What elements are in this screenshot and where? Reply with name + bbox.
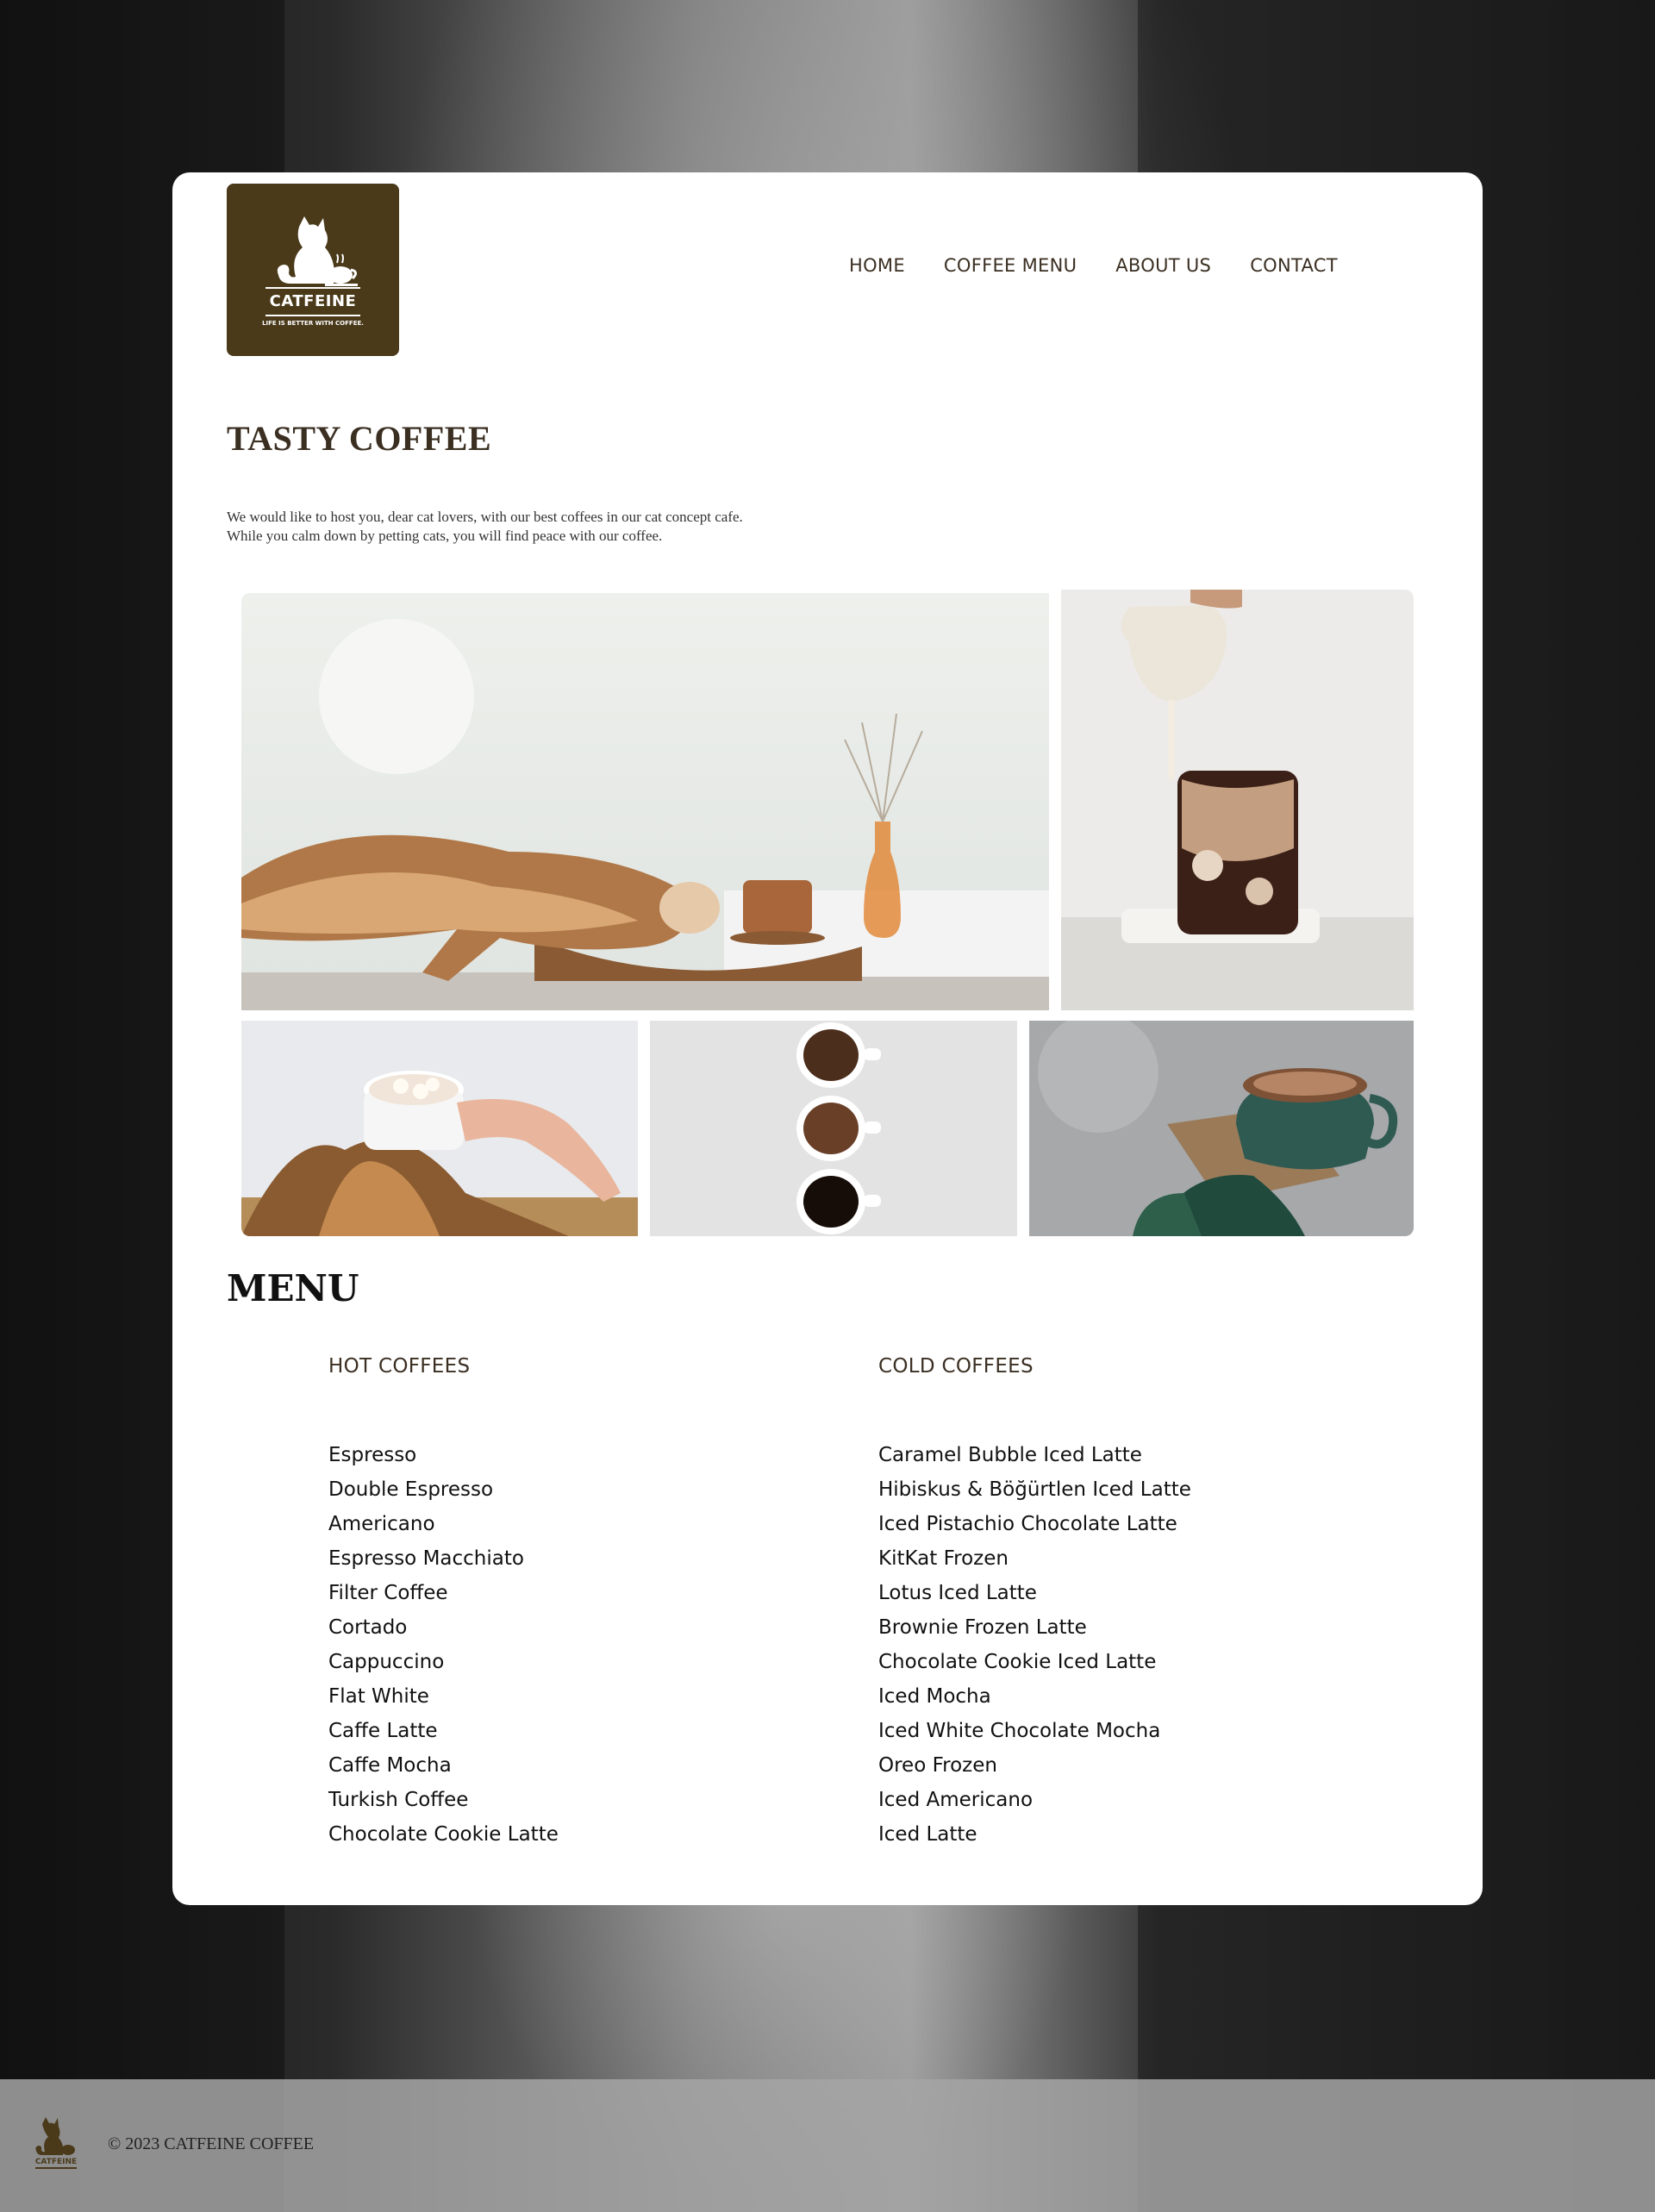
- hot-coffees-column: HOT COFFEES Espresso Double Espresso Ame…: [328, 1355, 559, 1852]
- list-item: Iced Mocha: [878, 1685, 991, 1708]
- cold-coffees-list: Caramel Bubble Iced Latte Hibiskus & Böğ…: [878, 1438, 1191, 1852]
- svg-text:CATFEINE: CATFEINE: [35, 2158, 77, 2166]
- nav-home[interactable]: HOME: [849, 255, 905, 276]
- list-item: Cortado: [328, 1616, 408, 1639]
- hot-coffees-heading: HOT COFFEES: [328, 1355, 471, 1378]
- list-item: Americano: [328, 1513, 435, 1535]
- list-item: Flat White: [328, 1685, 429, 1708]
- list-item: Espresso: [328, 1444, 417, 1466]
- menu-title: MENU: [227, 1267, 359, 1309]
- list-item: Oreo Frozen: [878, 1754, 997, 1777]
- nav-about-us[interactable]: ABOUT US: [1115, 255, 1211, 276]
- list-item: Chocolate Cookie Latte: [328, 1823, 559, 1846]
- intro-line: While you calm down by petting cats, you…: [227, 528, 663, 544]
- logo-tagline: LIFE IS BETTER WITH COFFEE.: [262, 320, 364, 327]
- list-item: Iced White Chocolate Mocha: [878, 1720, 1161, 1742]
- logo-divider: [265, 287, 360, 289]
- list-item: Caramel Bubble Iced Latte: [878, 1444, 1142, 1466]
- list-item: Chocolate Cookie Iced Latte: [878, 1651, 1157, 1673]
- list-item: Iced Pistachio Chocolate Latte: [878, 1513, 1177, 1535]
- footer-copyright: © 2023 CATFEINE COFFEE: [108, 2134, 315, 2153]
- list-item: Espresso Macchiato: [328, 1547, 524, 1570]
- list-item: Hibiskus & Böğürtlen Iced Latte: [878, 1478, 1191, 1501]
- site-footer: CATFEINE © 2023 CATFEINE COFFEE: [0, 2079, 1655, 2212]
- list-item: Caffe Mocha: [328, 1754, 452, 1777]
- logo-name: CATFEINE: [269, 292, 357, 310]
- list-item: Cappuccino: [328, 1651, 445, 1673]
- photo-marshmallow-cocoa: [241, 1021, 638, 1236]
- brand-logo[interactable]: CATFEINE LIFE IS BETTER WITH COFFEE.: [227, 184, 399, 356]
- list-item: KitKat Frozen: [878, 1547, 1009, 1570]
- list-item: Lotus Iced Latte: [878, 1582, 1037, 1604]
- logo-divider: [265, 315, 360, 316]
- cold-coffees-column: COLD COFFEES Caramel Bubble Iced Latte H…: [878, 1355, 1191, 1852]
- list-item: Filter Coffee: [328, 1582, 448, 1604]
- list-item: Turkish Coffee: [328, 1789, 469, 1811]
- hot-coffees-list: Espresso Double Espresso Americano Espre…: [328, 1438, 559, 1852]
- nav-coffee-menu[interactable]: COFFEE MENU: [944, 255, 1077, 276]
- list-item: Iced Americano: [878, 1789, 1034, 1811]
- photo-cat-with-coffee: [241, 593, 1049, 1010]
- main-nav: HOME COFFEE MENU ABOUT US CONTACT: [849, 255, 1338, 276]
- intro-line: We would like to host you, dear cat love…: [227, 509, 743, 525]
- photo-green-mug-coffee: [1029, 1021, 1414, 1236]
- content-card: CATFEINE LIFE IS BETTER WITH COFFEE. HOM…: [172, 172, 1483, 1905]
- intro-text: We would like to host you, dear cat love…: [227, 508, 743, 546]
- footer-logo-icon[interactable]: CATFEINE: [30, 2115, 82, 2172]
- nav-contact[interactable]: CONTACT: [1250, 255, 1338, 276]
- cat-coffee-icon: [277, 216, 358, 286]
- page-title: TASTY COFFEE: [227, 419, 492, 458]
- cold-coffees-heading: COLD COFFEES: [878, 1355, 1034, 1378]
- list-item: Caffe Latte: [328, 1720, 438, 1742]
- list-item: Brownie Frozen Latte: [878, 1616, 1087, 1639]
- photo-iced-latte-pour: [1061, 590, 1414, 1010]
- photo-three-coffee-cups: [650, 1021, 1017, 1236]
- list-item: Iced Latte: [878, 1823, 977, 1846]
- list-item: Double Espresso: [328, 1478, 494, 1501]
